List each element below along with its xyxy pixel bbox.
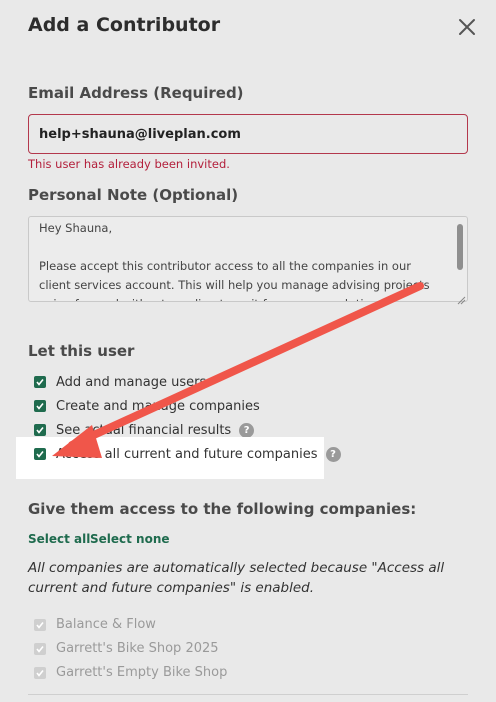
email-field[interactable] [28,114,468,154]
scrollbar-thumb[interactable] [457,224,463,270]
checkbox-disabled [34,618,46,631]
checkbox-disabled [34,666,46,679]
permission-label: Add and manage users [56,374,207,390]
permission-label: See actual financial results [56,422,232,438]
companies-heading: Give them access to the following compan… [28,500,417,518]
note-line: Hey Shauna, [39,221,113,235]
checkbox[interactable] [34,376,46,388]
dialog-title: Add a Contributor [28,14,221,36]
select-none-link[interactable]: Select none [90,532,170,546]
divider [28,694,468,695]
company-label: Balance & Flow [56,617,156,632]
close-icon[interactable] [456,16,478,38]
company-item: Garrett's Bike Shop 2025 [34,641,219,656]
permission-access-all-companies[interactable]: Access all current and future companies … [34,445,341,463]
permission-label: Access all current and future companies [56,446,318,462]
question-icon[interactable]: ? [325,446,341,462]
permission-label: Create and manage companies [56,398,260,414]
resize-handle-icon[interactable] [456,290,466,305]
email-label: Email Address (Required) [28,84,244,102]
permissions-heading: Let this user [28,342,135,360]
note-line: Please accept this contributor access to… [39,259,430,301]
note-scrollbar[interactable] [454,218,466,300]
checkbox[interactable] [34,448,46,460]
company-label: Garrett's Bike Shop 2025 [56,641,219,656]
companies-info-text: All companies are automatically selected… [28,560,445,596]
note-label: Personal Note (Optional) [28,186,239,204]
company-label: Garrett's Empty Bike Shop [56,665,228,680]
company-item: Balance & Flow [34,617,156,632]
email-error-message: This user has already been invited. [28,157,230,171]
add-contributor-dialog: Add a Contributor Email Address (Require… [0,0,496,702]
checkbox[interactable] [34,424,46,436]
permission-create-companies[interactable]: Create and manage companies [34,397,260,415]
checkbox-disabled [34,642,46,655]
question-icon[interactable]: ? [239,422,255,438]
permission-add-users[interactable]: Add and manage users [34,373,206,391]
select-all-link[interactable]: Select all [28,532,90,546]
checkbox[interactable] [34,400,46,412]
personal-note-textarea[interactable]: Hey Shauna, Please accept this contribut… [28,216,468,302]
company-item: Garrett's Empty Bike Shop [34,665,227,680]
